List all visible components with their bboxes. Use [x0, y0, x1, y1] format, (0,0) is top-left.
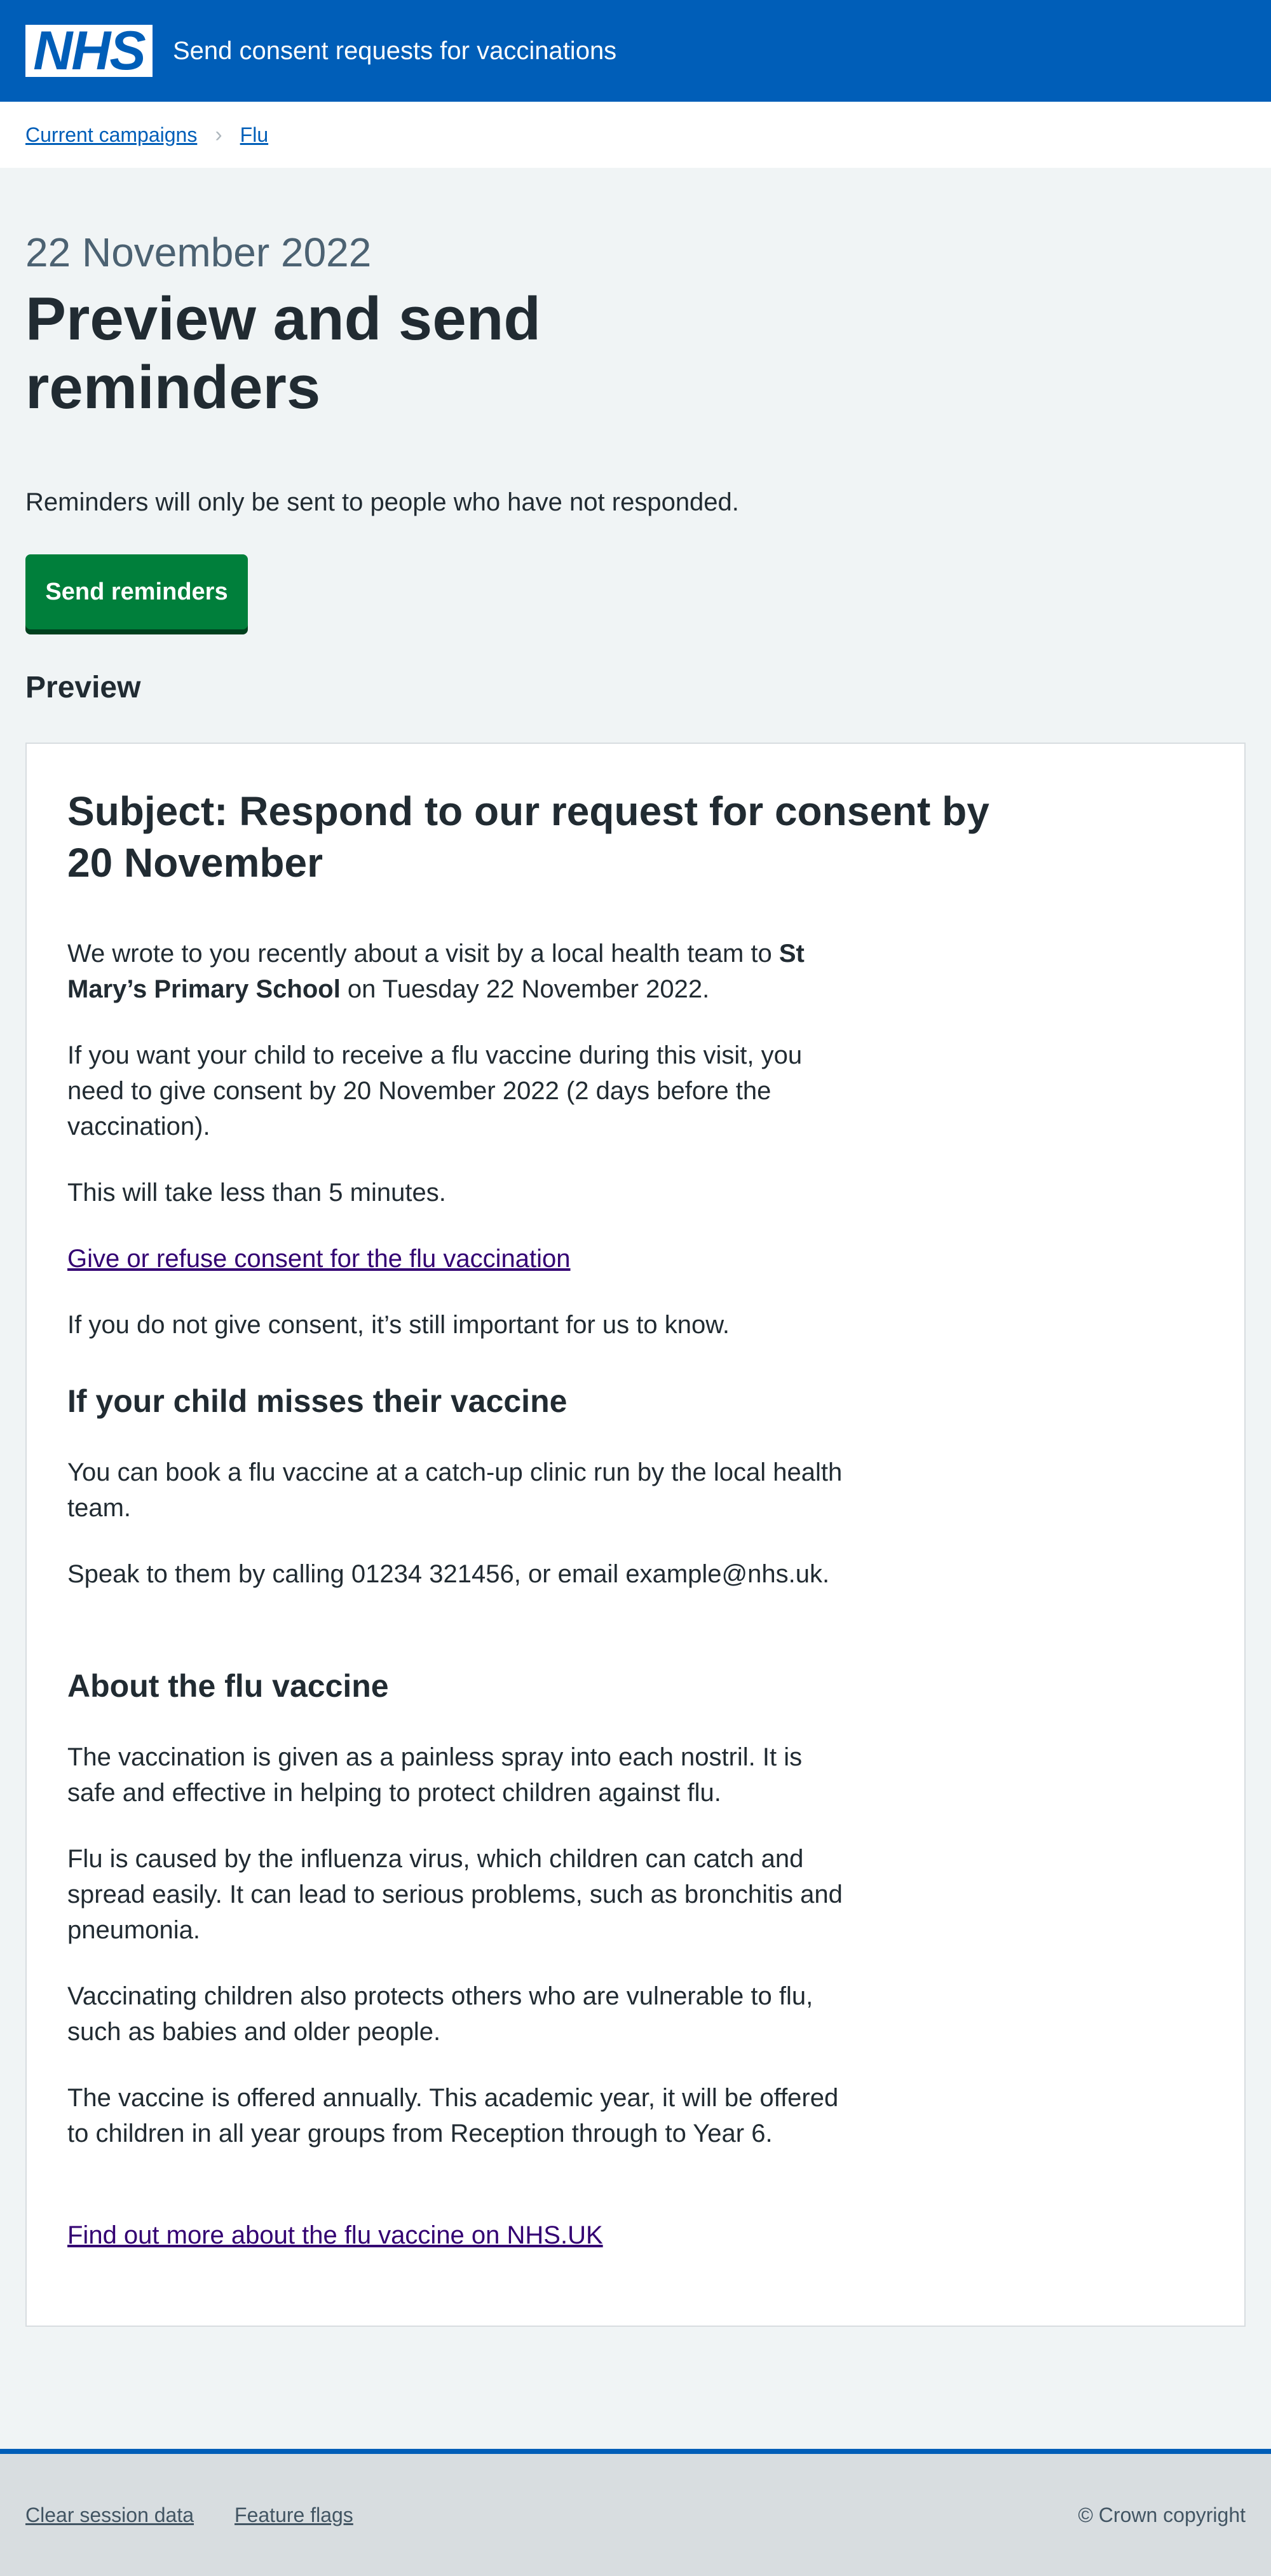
nhs-logo-text: NHS: [33, 20, 146, 81]
breadcrumb-link-flu[interactable]: Flu: [240, 123, 268, 147]
feature-flags-link[interactable]: Feature flags: [234, 2504, 353, 2527]
email-text: We wrote to you recently about a visit b…: [67, 940, 779, 968]
email-paragraph: If you do not give consent, it’s still i…: [67, 1311, 730, 1339]
email-subject: Subject: Respond to our request for cons…: [67, 788, 989, 886]
email-paragraph: Speak to them by calling 01234 321456, o…: [67, 1560, 830, 1588]
email-paragraph: The vaccine is offered annually. This ac…: [67, 2084, 839, 2148]
preview-heading: Preview: [25, 671, 141, 704]
send-reminders-button[interactable]: Send reminders: [25, 554, 248, 629]
chevron-right-icon: ›: [215, 122, 222, 147]
email-paragraph: If you want your child to receive a flu …: [67, 1041, 803, 1141]
email-paragraph: This will take less than 5 minutes.: [67, 1179, 446, 1207]
email-preview-panel: Subject: Respond to our request for cons…: [25, 743, 1246, 2327]
email-paragraph: We wrote to you recently about a visit b…: [67, 936, 855, 1007]
email-text: on Tuesday 22 November 2022.: [340, 975, 710, 1003]
email-paragraph: You can book a flu vaccine at a catch-up…: [67, 1458, 843, 1522]
copyright-text: © Crown copyright: [1078, 2503, 1246, 2526]
site-footer: Clear session data Feature flags © Crown…: [0, 2449, 1271, 2576]
consent-link[interactable]: Give or refuse consent for the flu vacci…: [67, 1241, 571, 1277]
email-paragraph: The vaccination is given as a painless s…: [67, 1743, 803, 1807]
clear-session-data-link[interactable]: Clear session data: [25, 2504, 194, 2527]
intro-text: Reminders will only be sent to people wh…: [25, 488, 739, 516]
section-heading-about: About the flu vaccine: [67, 1668, 389, 1704]
flu-info-link[interactable]: Find out more about the flu vaccine on N…: [67, 2217, 603, 2253]
site-header: NHS Send consent requests for vaccinatio…: [0, 0, 1271, 102]
email-paragraph: Vaccinating children also protects other…: [67, 1982, 813, 2046]
section-heading-misses: If your child misses their vaccine: [67, 1383, 568, 1419]
breadcrumb-link-current-campaigns[interactable]: Current campaigns: [25, 123, 197, 147]
page-caption: 22 November 2022: [25, 230, 372, 275]
breadcrumb: Current campaigns › Flu: [0, 102, 1271, 168]
service-name[interactable]: Send consent requests for vaccinations: [173, 37, 616, 65]
nhs-logo[interactable]: NHS: [25, 20, 153, 81]
page-title: Preview and send reminders: [25, 285, 541, 421]
email-paragraph: Flu is caused by the influenza virus, wh…: [67, 1845, 843, 1944]
